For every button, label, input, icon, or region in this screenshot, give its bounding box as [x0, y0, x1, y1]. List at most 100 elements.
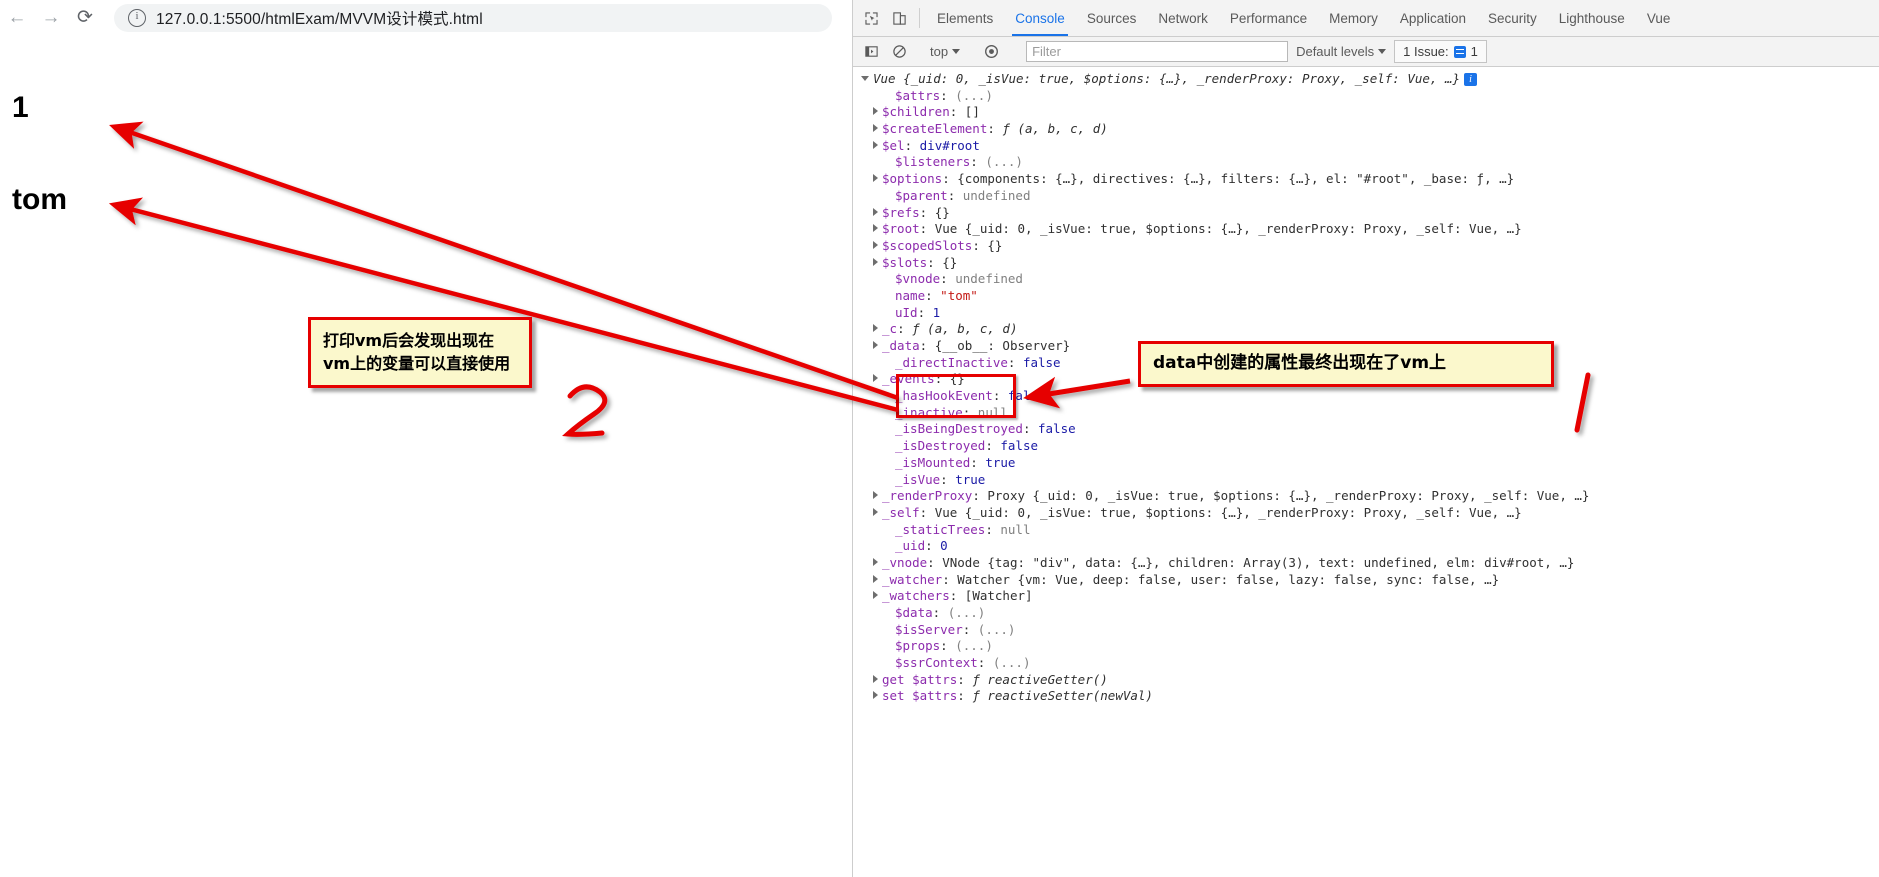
expand-triangle-icon[interactable]	[873, 674, 878, 683]
property-key: $vnode	[895, 271, 941, 287]
expand-triangle-icon[interactable]	[873, 557, 878, 566]
execution-context-selector[interactable]: top	[926, 44, 964, 59]
console-property-row[interactable]: $attrs: (...)	[861, 88, 1879, 105]
console-property-row[interactable]: get $attrs: ƒ reactiveGetter()	[861, 672, 1879, 689]
tab-elements[interactable]: Elements	[926, 0, 1004, 36]
console-property-row[interactable]: _c: ƒ (a, b, c, d)	[861, 321, 1879, 338]
console-property-row[interactable]: uId: 1	[861, 305, 1879, 322]
expand-triangle-icon[interactable]	[873, 257, 878, 266]
console-property-row[interactable]: set $attrs: ƒ reactiveSetter(newVal)	[861, 688, 1879, 705]
info-badge-icon[interactable]: i	[1464, 73, 1477, 86]
console-property-row[interactable]: $options: {components: {…}, directives: …	[861, 171, 1879, 188]
expand-triangle-icon[interactable]	[873, 491, 878, 500]
console-property-row[interactable]: $isServer: (...)	[861, 622, 1879, 639]
console-property-row[interactable]: $scopedSlots: {}	[861, 238, 1879, 255]
console-property-row[interactable]: _watcher: Watcher {vm: Vue, deep: false,…	[861, 572, 1879, 589]
inspect-element-icon[interactable]	[857, 0, 885, 36]
console-property-row[interactable]: $createElement: ƒ (a, b, c, d)	[861, 121, 1879, 138]
expand-triangle-icon[interactable]	[873, 507, 878, 516]
tab-security[interactable]: Security	[1477, 0, 1548, 36]
console-property-row[interactable]: $parent: undefined	[861, 188, 1879, 205]
console-property-row[interactable]: $root: Vue {_uid: 0, _isVue: true, $opti…	[861, 221, 1879, 238]
console-property-row[interactable]: _isMounted: true	[861, 455, 1879, 472]
property-separator: :	[970, 154, 986, 170]
expand-triangle-icon[interactable]	[873, 174, 878, 183]
expand-triangle-icon[interactable]	[873, 124, 878, 133]
console-property-row[interactable]: $slots: {}	[861, 255, 1879, 272]
expand-triangle-icon[interactable]	[873, 341, 878, 349]
console-property-row[interactable]: _watchers: [Watcher]	[861, 588, 1879, 605]
property-key: $ssrContext	[895, 655, 978, 671]
console-property-row[interactable]: _uid: 0	[861, 538, 1879, 555]
site-info-icon[interactable]: i	[128, 8, 146, 27]
expand-triangle-icon[interactable]	[873, 591, 878, 600]
tab-network[interactable]: Network	[1147, 0, 1219, 36]
console-property-row[interactable]: _renderProxy: Proxy {_uid: 0, _isVue: tr…	[861, 488, 1879, 505]
back-icon[interactable]: ←	[0, 1, 34, 35]
console-property-row[interactable]: _vnode: VNode {tag: "div", data: {…}, ch…	[861, 555, 1879, 572]
address-bar[interactable]: i 127.0.0.1:5500/htmlExam/MVVM设计模式.html	[114, 3, 832, 32]
console-property-row[interactable]: $children: []	[861, 104, 1879, 121]
reload-icon[interactable]: ⟳	[68, 1, 102, 35]
property-key: $el	[882, 137, 905, 153]
console-output[interactable]: Vue {_uid: 0, _isVue: true, $options: {……	[853, 67, 1879, 877]
console-property-row[interactable]: $data: (...)	[861, 605, 1879, 622]
console-filter-input[interactable]: Filter	[1026, 41, 1289, 62]
property-value: {__ob__: Observer}	[934, 338, 1071, 353]
expand-triangle-icon[interactable]	[873, 207, 878, 216]
tab-lighthouse[interactable]: Lighthouse	[1548, 0, 1636, 36]
live-expression-icon[interactable]	[977, 44, 1005, 59]
console-sidebar-icon[interactable]	[857, 44, 885, 59]
console-property-row[interactable]: _isVue: true	[861, 472, 1879, 489]
expand-triangle-icon[interactable]	[873, 224, 878, 233]
log-levels-selector[interactable]: Default levels	[1296, 44, 1394, 59]
property-key: $slots	[882, 254, 928, 270]
console-property-row[interactable]: name: "tom"	[861, 288, 1879, 305]
property-separator: :	[919, 221, 935, 237]
expand-triangle-icon[interactable]	[873, 374, 878, 383]
property-separator: :	[925, 287, 941, 303]
console-property-row[interactable]: $vnode: undefined	[861, 271, 1879, 288]
property-key: $listeners	[895, 154, 971, 170]
property-separator: :	[927, 254, 943, 270]
property-separator: :	[977, 655, 993, 671]
property-value: null	[977, 404, 1008, 420]
expand-triangle-icon[interactable]	[873, 691, 878, 700]
tab-application[interactable]: Application	[1389, 0, 1477, 36]
expand-triangle-icon[interactable]	[873, 107, 878, 116]
property-separator: :	[962, 404, 978, 420]
clear-console-icon[interactable]	[885, 44, 913, 59]
console-property-row[interactable]: _isBeingDestroyed: false	[861, 421, 1879, 438]
tab-sources[interactable]: Sources	[1076, 0, 1148, 36]
expand-triangle-icon[interactable]	[861, 76, 869, 81]
console-property-row[interactable]: _inactive: null	[861, 405, 1879, 422]
console-property-row[interactable]: _staticTrees: null	[861, 522, 1879, 539]
page-viewport: 1 tom	[0, 35, 852, 877]
expand-triangle-icon[interactable]	[873, 574, 878, 583]
property-value: (...)	[985, 154, 1023, 170]
console-property-row[interactable]: $refs: {}	[861, 205, 1879, 222]
property-value: {}	[942, 254, 958, 270]
console-property-row[interactable]: $el: div#root	[861, 138, 1879, 155]
console-log-header[interactable]: Vue {_uid: 0, _isVue: true, $options: {……	[861, 71, 1879, 88]
console-property-row[interactable]: _hasHookEvent: false	[861, 388, 1879, 405]
property-separator: :	[934, 371, 950, 387]
expand-triangle-icon[interactable]	[873, 140, 878, 149]
console-property-row[interactable]: $ssrContext: (...)	[861, 655, 1879, 672]
live-expression-glyph	[984, 45, 998, 58]
device-toolbar-icon[interactable]	[885, 0, 913, 36]
issues-badge[interactable]: 1 Issue: 1	[1394, 40, 1487, 63]
expand-triangle-icon[interactable]	[873, 324, 878, 333]
forward-icon[interactable]: →	[34, 1, 68, 35]
console-property-row[interactable]: $props: (...)	[861, 638, 1879, 655]
tab-memory[interactable]: Memory	[1318, 0, 1389, 36]
property-key: $props	[895, 638, 941, 654]
console-property-row[interactable]: _self: Vue {_uid: 0, _isVue: true, $opti…	[861, 505, 1879, 522]
devtools-tabbar: Elements Console Sources Network Perform…	[853, 0, 1879, 37]
console-property-row[interactable]: _isDestroyed: false	[861, 438, 1879, 455]
expand-triangle-icon[interactable]	[873, 240, 878, 249]
console-property-row[interactable]: $listeners: (...)	[861, 154, 1879, 171]
tab-performance[interactable]: Performance	[1219, 0, 1318, 36]
tab-vue[interactable]: Vue	[1636, 0, 1682, 36]
tab-console[interactable]: Console	[1004, 0, 1076, 36]
